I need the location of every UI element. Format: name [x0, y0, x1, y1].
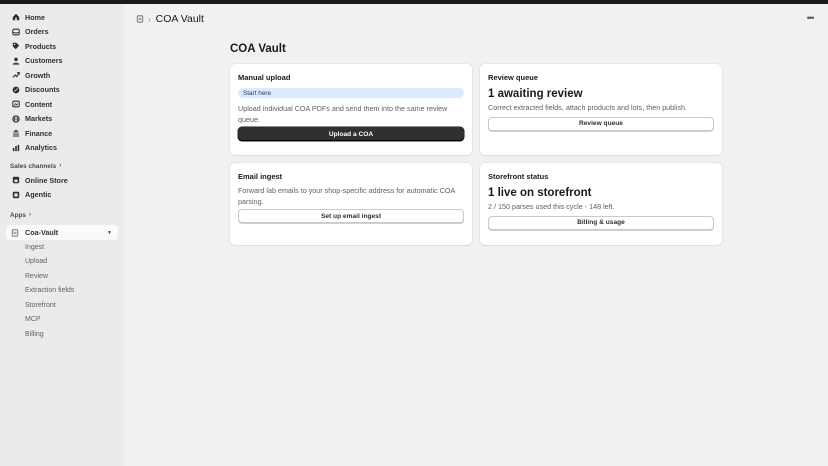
parse-usage-text: 2 / 150 parses used this cycle - 148 lef… — [488, 202, 615, 211]
sidebar-item-home[interactable]: Home — [0, 10, 124, 25]
content-icon — [11, 100, 20, 109]
sales-channels-label: Sales channels — [10, 162, 57, 170]
sidebar-item-label: Markets — [25, 114, 53, 124]
card-description: Forward lab emails to your shop-specific… — [238, 186, 455, 206]
card-title: Manual upload — [238, 73, 291, 82]
sidebar-item-label: Coa-Vault — [25, 228, 59, 237]
globe-icon — [11, 114, 20, 123]
billing-usage-button[interactable]: Billing & usage — [488, 215, 714, 230]
sidebar-item-label: Content — [25, 99, 53, 109]
card-title: Storefront status — [488, 172, 549, 181]
sidebar-item-products[interactable]: Products — [0, 39, 124, 54]
inbox-icon — [11, 27, 20, 36]
sidebar-item-label: Growth — [25, 70, 51, 80]
sidebar-item-coa-vault[interactable]: Coa-Vault ▼ — [6, 225, 118, 240]
sidebar-subitem-mcp[interactable]: MCP — [0, 313, 124, 328]
sidebar-item-label: Orders — [25, 27, 49, 37]
sidebar-item-label: Customers — [25, 56, 63, 66]
card-title: Review queue — [488, 73, 539, 82]
person-icon — [11, 56, 20, 65]
sidebar-item-agentic[interactable]: Agentic — [0, 188, 124, 203]
tag-icon — [11, 42, 20, 51]
sidebar-subitem-review[interactable]: Review — [0, 269, 124, 284]
sidebar-item-online-store[interactable]: Online Store — [0, 173, 124, 188]
sidebar-item-discounts[interactable]: Discounts — [0, 83, 124, 98]
set-up-email-ingest-button[interactable]: Set up email ingest — [238, 209, 464, 223]
chevron-right-icon: › — [28, 212, 31, 218]
app-icon — [11, 228, 20, 237]
sales-channels-heading[interactable]: Sales channels › — [0, 159, 124, 173]
review-queue-card: Review queue 1 awaiting review Correct e… — [480, 64, 722, 155]
sidebar-item-label: Agentic — [25, 190, 52, 200]
discount-icon — [11, 85, 20, 94]
sidebar-item-label: Discounts — [25, 85, 60, 95]
chevron-right-icon: › — [148, 14, 151, 24]
bank-icon — [11, 129, 20, 138]
sidebar-item-orders[interactable]: Orders — [0, 25, 124, 40]
sidebar: Home Orders Products Customers Growth Di… — [0, 4, 124, 466]
card-title: Email ingest — [238, 172, 283, 181]
sidebar-item-analytics[interactable]: Analytics — [0, 141, 124, 156]
start-here-badge: Start here — [238, 88, 464, 98]
store-icon — [11, 176, 20, 185]
sidebar-item-label: Finance — [25, 128, 53, 138]
agentic-icon — [11, 190, 20, 199]
sidebar-item-customers[interactable]: Customers — [0, 54, 124, 69]
sidebar-item-label: Online Store — [25, 175, 68, 185]
main-content: › COA Vault ••• COA Vault Manual upload … — [124, 4, 828, 466]
app-header: › COA Vault — [136, 12, 204, 26]
apps-heading[interactable]: Apps › — [0, 208, 124, 222]
sidebar-item-growth[interactable]: Growth — [0, 68, 124, 83]
sidebar-subitem-storefront[interactable]: Storefront — [0, 298, 124, 313]
app-icon[interactable] — [136, 15, 144, 23]
sidebar-item-markets[interactable]: Markets — [0, 112, 124, 127]
sidebar-item-label: Home — [25, 12, 45, 22]
sidebar-subitem-extraction-fields[interactable]: Extraction fields — [0, 284, 124, 299]
caret-down-icon: ▼ — [107, 229, 112, 236]
header-title: COA Vault — [155, 13, 204, 25]
upload-coa-button[interactable]: Upload a COA — [238, 127, 464, 141]
awaiting-review-count: 1 awaiting review — [488, 88, 583, 100]
chart-icon — [11, 143, 20, 152]
sidebar-item-finance[interactable]: Finance — [0, 126, 124, 141]
sidebar-item-content[interactable]: Content — [0, 97, 124, 112]
sidebar-item-label: Analytics — [25, 143, 57, 153]
sidebar-item-label: Products — [25, 41, 57, 51]
storefront-status-card: Storefront status 1 live on storefront 2… — [480, 163, 722, 245]
chevron-right-icon: › — [59, 163, 62, 169]
more-actions-icon[interactable]: ••• — [804, 13, 816, 23]
home-icon — [11, 13, 20, 22]
sidebar-subitem-billing[interactable]: Billing — [0, 327, 124, 342]
card-description: Correct extracted fields, attach product… — [488, 103, 687, 112]
live-on-storefront-count: 1 live on storefront — [488, 187, 592, 199]
apps-label: Apps — [10, 211, 26, 219]
page-title: COA Vault — [230, 43, 286, 55]
card-description: Upload individual COA PDFs and send them… — [238, 104, 448, 124]
sidebar-subitem-upload[interactable]: Upload — [0, 255, 124, 270]
review-queue-button[interactable]: Review queue — [488, 116, 714, 131]
manual-upload-card: Manual upload Start here Upload individu… — [230, 64, 472, 155]
email-ingest-card: Email ingest Forward lab emails to your … — [230, 163, 472, 245]
growth-icon — [11, 71, 20, 80]
sidebar-subitem-ingest[interactable]: Ingest — [0, 240, 124, 255]
